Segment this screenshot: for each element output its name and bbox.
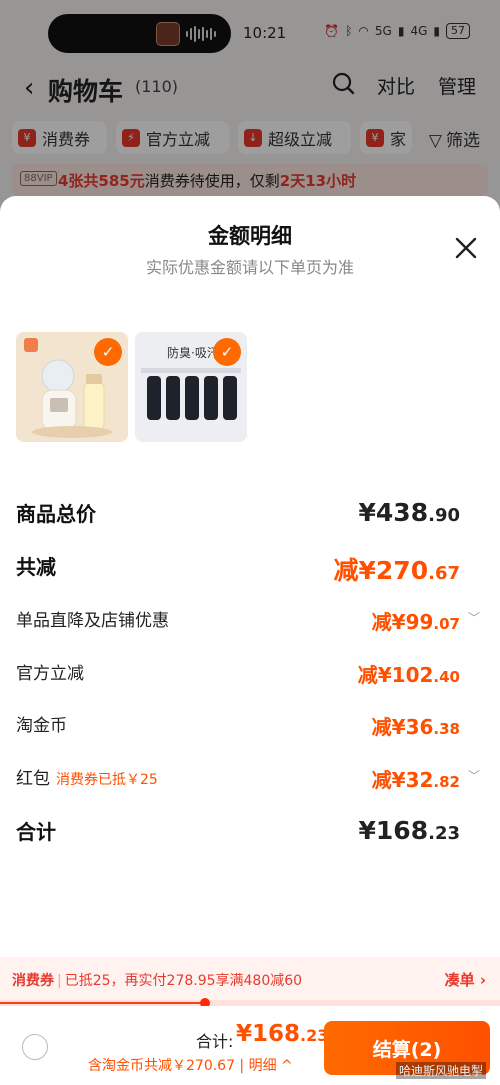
row-label: 淘金币 [16, 716, 67, 736]
row-label: 共减 [16, 555, 56, 579]
row-taobao-coins: 淘金币 减¥36.38 [16, 711, 480, 739]
amount-dec: .07 [433, 615, 460, 633]
row-label-text: 红包 [16, 769, 50, 789]
selected-check-icon[interactable]: ✓ [213, 338, 241, 366]
row-label: 官方立减 [16, 664, 84, 684]
amount-dec: .90 [428, 505, 460, 526]
row-label: 商品总价 [16, 502, 96, 526]
coupon-text: 消费券 | 已抵25，再实付278.95享满480减60 [12, 970, 302, 990]
row-red-packet[interactable]: 红包 消费券已抵￥25 减¥32.82 ﹀ [16, 764, 480, 792]
close-icon[interactable] [454, 236, 478, 260]
product-thumbnail[interactable]: 防臭·吸汗 ✓ [135, 332, 247, 442]
row-value: ¥168.23 [359, 816, 460, 845]
row-label: 合计 [16, 820, 56, 844]
coupon-tag: 消费券 [12, 973, 54, 989]
row-label: 单品直降及店铺优惠 [16, 611, 169, 631]
row-goods-total: 商品总价 ¥438.90 [16, 498, 480, 530]
amount-int: ¥168 [236, 1021, 301, 1047]
row-value: 减¥99.07 [372, 606, 460, 635]
sum-label: 合计: [196, 1032, 234, 1051]
row-value: 减¥270.67 [334, 551, 460, 587]
detail-toggle[interactable]: 含淘金币共减￥270.67 | 明细 ^ [88, 1055, 293, 1075]
divider: | [57, 973, 62, 989]
progress-fill [0, 1002, 205, 1004]
select-all-checkbox[interactable] [22, 1034, 48, 1060]
sheet-title: 金额明细 [208, 224, 292, 248]
chevron-down-icon[interactable]: ﹀ [468, 609, 480, 626]
coupon-strip[interactable]: 消费券 | 已抵25，再实付278.95享满480减60 凑单 › [0, 957, 500, 1003]
amount-dec: .67 [428, 563, 460, 584]
product-caption: 防臭·吸汗 [167, 346, 219, 360]
row-total-reduction: 共减 减¥270.67 [16, 551, 480, 585]
amount-dec: .38 [433, 720, 460, 738]
add-items-button[interactable]: 凑单 › [445, 969, 486, 990]
amount-int: 减¥99 [371, 610, 434, 634]
amount-detail-sheet: 金额明细 实际优惠金额请以下单页为准 ✓ 防臭·吸汗 ✓ 商品总价 ¥438.9… [0, 196, 500, 1085]
row-value: 减¥36.38 [372, 711, 460, 740]
product-thumbnail[interactable]: ✓ [16, 332, 128, 442]
coupon-progress-text: 已抵25，再实付278.95享满480减60 [64, 973, 303, 989]
sum-value: ¥168.23 [236, 1021, 328, 1047]
selected-check-icon[interactable]: ✓ [94, 338, 122, 366]
row-sum: 合计 ¥168.23 [16, 816, 480, 848]
amount-dec: .82 [433, 773, 460, 791]
coupon-note: 消费券已抵￥25 [56, 772, 158, 788]
watermark: 哈迪斯风驰电掣 [395, 1062, 486, 1079]
row-label: 红包 消费券已抵￥25 [16, 764, 158, 789]
row-value: 减¥32.82 [372, 764, 460, 793]
amount-int: 减¥270 [333, 556, 429, 585]
sheet-subtitle: 实际优惠金额请以下单页为准 [145, 258, 354, 277]
amount-int: 减¥36 [371, 715, 434, 739]
row-value: 减¥102.40 [358, 659, 460, 688]
amount-dec: .23 [428, 823, 460, 844]
amount-int: 减¥102 [357, 663, 434, 687]
row-official-discount: 官方立减 减¥102.40 [16, 659, 480, 687]
checkout-bar: 合计: ¥168.23 含淘金币共减￥270.67 | 明细 ^ 结算(2) 哈… [0, 1006, 500, 1085]
amount-int: ¥168 [358, 816, 429, 845]
amount-int: 减¥32 [371, 768, 434, 792]
amount-dec: .40 [433, 668, 460, 686]
amount-int: ¥438 [358, 498, 429, 527]
row-shop-discount[interactable]: 单品直降及店铺优惠 减¥99.07 ﹀ [16, 606, 480, 634]
row-value: ¥438.90 [359, 498, 460, 527]
chevron-down-icon[interactable]: ﹀ [468, 767, 480, 784]
